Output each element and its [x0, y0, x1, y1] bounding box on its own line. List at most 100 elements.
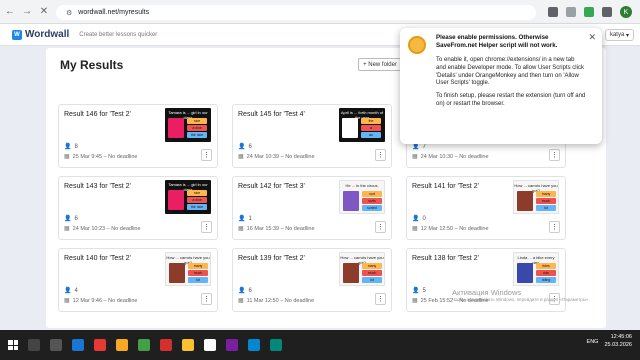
person-icon: 👤	[412, 288, 420, 294]
activity-thumbnail[interactable]: April is ... forth month of the yearthea…	[339, 108, 385, 142]
search-icon[interactable]	[28, 339, 40, 351]
taskbar-app-icon[interactable]	[72, 339, 84, 351]
extensions-icon[interactable]	[602, 7, 612, 17]
new-folder-button[interactable]: + New folder	[358, 58, 402, 71]
result-date: ▦ 12 Mar 9:46 – No deadline	[64, 297, 138, 305]
more-options-icon[interactable]: ⋮	[375, 221, 386, 233]
activity-thumbnail[interactable]: How ... carrots have you got?manymuchlot	[339, 252, 385, 286]
answer-option: nice	[187, 118, 207, 124]
clock-date: 25.03.2026	[604, 341, 632, 348]
answer-option: an	[361, 132, 381, 138]
taskbar-app-icon[interactable]	[226, 339, 238, 351]
translate-icon[interactable]	[548, 7, 558, 17]
activity-thumbnail[interactable]: Tamara is ... girl in our classnicea nic…	[165, 108, 211, 142]
answer-option: the nice	[187, 204, 207, 210]
taskbar-app-icon[interactable]	[138, 339, 150, 351]
yandex-browser-icon[interactable]	[182, 339, 194, 351]
count-value: 4	[74, 287, 78, 294]
count-value: 8	[74, 143, 78, 150]
profile-avatar[interactable]: K	[620, 6, 632, 18]
language-indicator[interactable]: ENG	[587, 339, 599, 345]
count-value: 1	[248, 215, 252, 222]
answer-option: many	[362, 263, 382, 269]
count-value: 6	[248, 143, 252, 150]
more-options-icon[interactable]: ⋮	[549, 221, 560, 233]
date-text: 24 Mar 10:30 – No deadline	[420, 153, 489, 160]
activity-thumbnail[interactable]: Tamara is ... girl in our classnicea nic…	[165, 180, 211, 214]
calendar-icon: ▦	[64, 226, 70, 232]
participants-count: 👤 6	[64, 215, 78, 223]
popup-instructions: To enable it, open chrome://extensions/ …	[436, 57, 584, 87]
taskbar-app-icon[interactable]	[248, 339, 260, 351]
answer-option: lot	[536, 205, 556, 211]
forward-icon[interactable]: →	[20, 5, 34, 19]
answer-option: a	[361, 125, 381, 131]
result-title[interactable]: Result 138 for 'Test 2'	[412, 255, 479, 262]
star-icon[interactable]	[566, 7, 576, 17]
count-value: 5	[422, 287, 426, 294]
start-button-icon[interactable]	[8, 340, 18, 350]
more-options-icon[interactable]: ⋮	[549, 149, 560, 161]
result-card[interactable]: Result 138 for 'Test 2' Linda ... a bike …	[406, 248, 566, 312]
more-options-icon[interactable]: ⋮	[201, 221, 212, 233]
clock[interactable]: 12:45:06 25.03.2026	[604, 334, 632, 349]
site-info-icon[interactable]: ⚙	[66, 9, 72, 17]
taskbar-app-icon[interactable]	[160, 339, 172, 351]
more-options-icon[interactable]: ⋮	[375, 293, 386, 305]
answer-option: sorted	[362, 205, 382, 211]
activity-thumbnail[interactable]: How ... carrots have you got?manymuchlot	[165, 252, 211, 286]
result-date: ▦ 16 Mar 15:39 – No deadline	[238, 225, 315, 233]
file-explorer-icon[interactable]	[116, 339, 128, 351]
taskbar-app-icon[interactable]	[270, 339, 282, 351]
user-menu[interactable]: katya ▾	[604, 29, 634, 41]
more-options-icon[interactable]: ⋮	[375, 149, 386, 161]
result-title[interactable]: Result 143 for 'Test 2'	[64, 183, 131, 190]
person-icon: 👤	[238, 288, 246, 294]
calendar-icon: ▦	[238, 226, 244, 232]
more-options-icon[interactable]: ⋮	[201, 149, 212, 161]
activity-thumbnail[interactable]: How ... carrots have you got?manymuchlot	[513, 180, 559, 214]
calendar-icon: ▦	[412, 226, 418, 232]
calendar-icon: ▦	[238, 154, 244, 160]
close-icon[interactable]: ✕	[588, 32, 596, 43]
result-card[interactable]: Result 141 for 'Test 2' How ... carrots h…	[406, 176, 566, 240]
activity-thumbnail[interactable]: He ... in the circus. sort sorts sorted	[339, 180, 385, 214]
answer-option: riding	[536, 277, 556, 283]
result-card[interactable]: Result 142 for 'Test 3' He ... in the cir…	[232, 176, 392, 240]
carrots-picture-icon	[517, 191, 533, 211]
result-title[interactable]: Result 140 for 'Test 2'	[64, 255, 131, 262]
result-card[interactable]: Result 145 for 'Test 4' April is ... fort…	[232, 104, 392, 168]
system-tray: ENG 12:45:06 25.03.2026	[587, 334, 632, 349]
result-title[interactable]: Result 146 for 'Test 2'	[64, 111, 131, 118]
result-card[interactable]: Result 143 for 'Test 2' Tamara is ... gir…	[58, 176, 218, 240]
calendar-icon: ▦	[64, 298, 70, 304]
taskbar-app-icon[interactable]	[94, 339, 106, 351]
count-value: 7	[422, 143, 426, 150]
stop-icon[interactable]: ✕	[37, 5, 51, 19]
participants-count: 👤 8	[64, 143, 78, 151]
address-bar[interactable]: ⚙ wordwall.net/myresults	[56, 5, 536, 20]
chrome-icon[interactable]	[204, 339, 216, 351]
shield-icon[interactable]	[584, 7, 594, 17]
result-card[interactable]: Result 146 for 'Test 2' Tamara is ... gir…	[58, 104, 218, 168]
answer-option: the nice	[187, 132, 207, 138]
task-view-icon[interactable]	[50, 339, 62, 351]
activity-thumbnail[interactable]: Linda ... a bike every day.ridesrideridi…	[513, 252, 559, 286]
result-title[interactable]: Result 145 for 'Test 4'	[238, 111, 305, 118]
participants-count: 👤 7	[412, 143, 426, 151]
answer-option: much	[536, 198, 556, 204]
result-title[interactable]: Result 141 for 'Test 2'	[412, 183, 479, 190]
person-icon: 👤	[64, 144, 72, 150]
participants-count: 👤 4	[64, 287, 78, 295]
carrots-picture-icon	[169, 263, 185, 283]
answer-option: rides	[536, 263, 556, 269]
answer-option: many	[188, 263, 208, 269]
back-icon[interactable]: ←	[3, 5, 17, 19]
result-title[interactable]: Result 142 for 'Test 3'	[238, 183, 305, 190]
result-title[interactable]: Result 139 for 'Test 2'	[238, 255, 305, 262]
result-card[interactable]: Result 140 for 'Test 2' How ... carrots h…	[58, 248, 218, 312]
circus-picture-icon	[343, 191, 359, 211]
wordwall-logo[interactable]: W Wordwall	[12, 29, 69, 40]
result-card[interactable]: Result 139 for 'Test 2' How ... carrots h…	[232, 248, 392, 312]
more-options-icon[interactable]: ⋮	[201, 293, 212, 305]
